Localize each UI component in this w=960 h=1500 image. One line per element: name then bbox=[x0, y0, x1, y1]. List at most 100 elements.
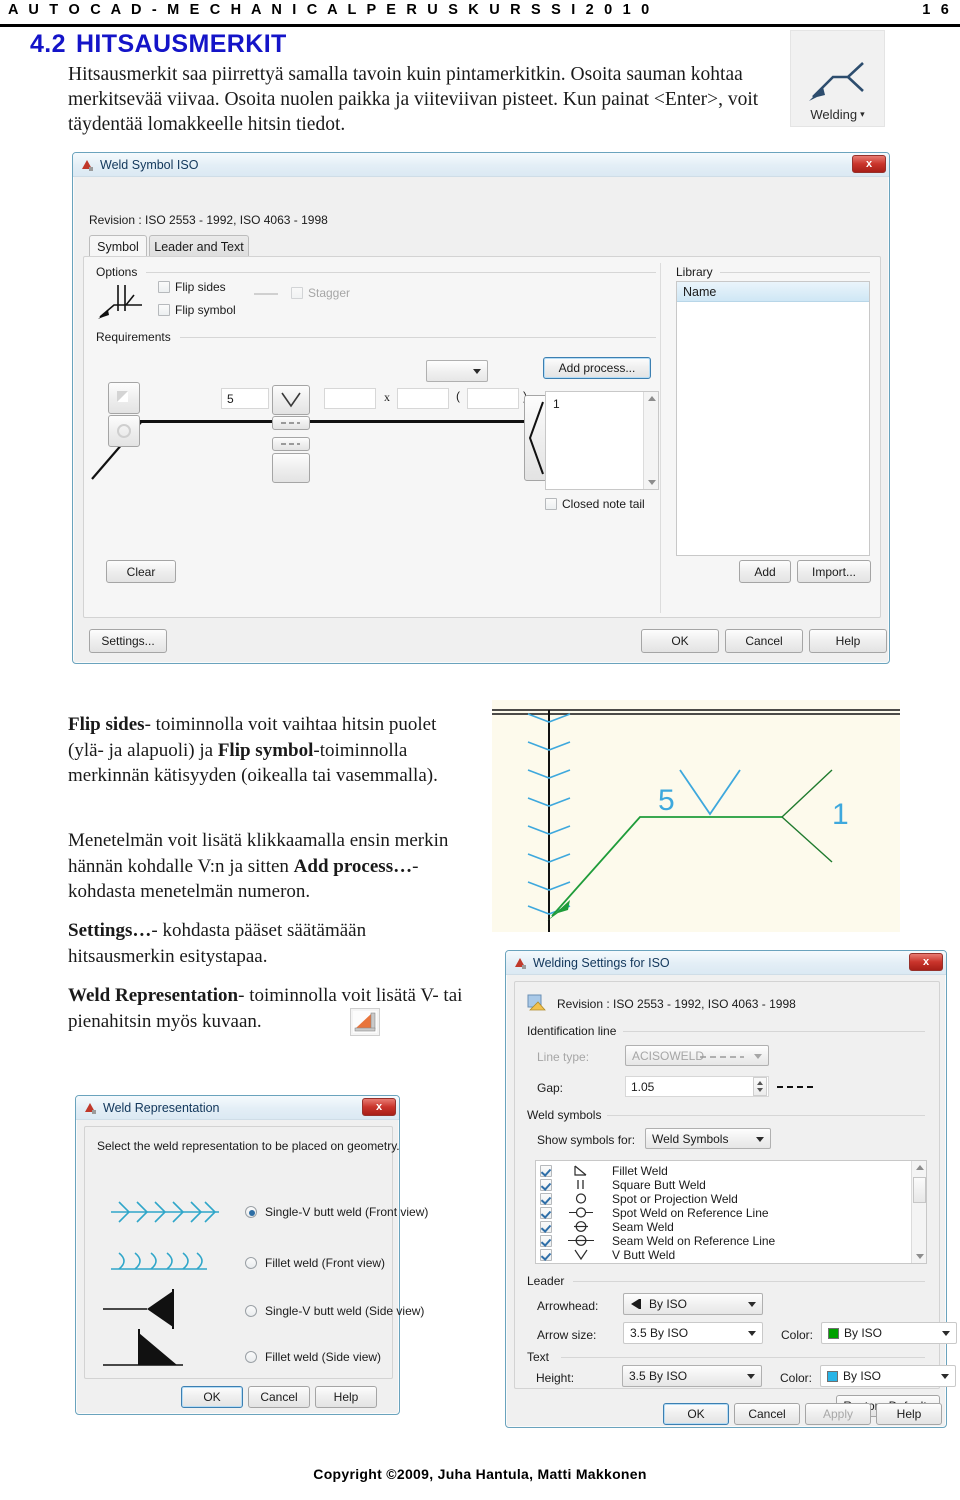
scroll-up-icon[interactable] bbox=[916, 1165, 924, 1170]
spot-weld-checkbox[interactable] bbox=[540, 1193, 552, 1205]
welding-settings-help-label: Help bbox=[896, 1407, 922, 1421]
library-listbox[interactable]: Name bbox=[676, 281, 870, 556]
weld-symbols-scrollbar[interactable] bbox=[911, 1161, 926, 1263]
weld-symbol-button-below[interactable] bbox=[272, 453, 310, 483]
show-symbols-combo[interactable]: Weld Symbols bbox=[645, 1128, 771, 1149]
header-page-number: 1 6 bbox=[922, 2, 952, 18]
add-button[interactable]: Add bbox=[739, 560, 791, 583]
settings-button[interactable]: Settings... bbox=[89, 629, 167, 653]
text-color-combo[interactable]: By ISO bbox=[820, 1365, 956, 1387]
welding-settings-help-button[interactable]: Help bbox=[876, 1403, 942, 1425]
library-column-header[interactable]: Name bbox=[677, 282, 869, 302]
multiplier-label: x bbox=[384, 390, 390, 404]
process-listbox-scrollbar[interactable] bbox=[643, 392, 658, 489]
stepper-up-icon[interactable] bbox=[757, 1081, 763, 1085]
close-icon[interactable]: x bbox=[362, 1098, 396, 1116]
add-process-button[interactable]: Add process... bbox=[543, 357, 651, 379]
weld-symbol-dialog-titlebar[interactable]: Weld Symbol ISO x bbox=[73, 153, 889, 177]
clear-button[interactable]: Clear bbox=[106, 560, 176, 583]
option-fillet-side-radio[interactable] bbox=[245, 1351, 257, 1363]
chevron-down-icon[interactable] bbox=[942, 1331, 950, 1336]
spot-weld-ref-line-checkbox[interactable] bbox=[540, 1207, 552, 1219]
weld-representation-term: Weld Representation bbox=[68, 985, 239, 1006]
weld-size-input[interactable]: 5 bbox=[221, 388, 269, 409]
weld-representation-cancel-button[interactable]: Cancel bbox=[248, 1386, 310, 1408]
weld-pitch-input[interactable] bbox=[397, 388, 449, 409]
scroll-thumb[interactable] bbox=[913, 1177, 926, 1203]
option-fillet-front-label: Fillet weld (Front view) bbox=[265, 1256, 386, 1270]
chevron-down-icon[interactable] bbox=[473, 369, 481, 374]
welding-settings-titlebar[interactable]: Welding Settings for ISO x bbox=[506, 951, 946, 975]
flip-symbol-checkbox[interactable] bbox=[158, 304, 170, 316]
close-icon[interactable]: x bbox=[852, 155, 886, 173]
scroll-down-icon[interactable] bbox=[648, 480, 656, 485]
weld-representation-titlebar[interactable]: Weld Representation x bbox=[76, 1096, 399, 1120]
flip-sides-checkbox[interactable] bbox=[158, 281, 170, 293]
weld-supplement-button-above[interactable] bbox=[272, 416, 310, 430]
weld-contour-button-bottom[interactable] bbox=[108, 415, 140, 447]
welding-settings-cancel-button[interactable]: Cancel bbox=[734, 1403, 800, 1425]
arrow-color-combo[interactable]: By ISO bbox=[821, 1322, 957, 1344]
arrowhead-combo[interactable]: By ISO bbox=[623, 1293, 763, 1315]
gap-input[interactable]: 1.05 bbox=[625, 1076, 769, 1097]
chevron-down-icon[interactable] bbox=[748, 1331, 756, 1336]
weld-representation-icon[interactable] bbox=[350, 1008, 380, 1036]
welding-settings-ok-button[interactable]: OK bbox=[663, 1403, 729, 1425]
leader-group-label: Leader bbox=[527, 1274, 565, 1288]
weld-representation-help-button[interactable]: Help bbox=[315, 1386, 377, 1408]
option-single-v-front-radio[interactable] bbox=[245, 1206, 257, 1218]
chevron-down-icon[interactable] bbox=[941, 1374, 949, 1379]
option-fillet-front-radio[interactable] bbox=[245, 1257, 257, 1269]
single-v-butt-weld-side-icon bbox=[103, 1289, 174, 1329]
stepper-down-icon[interactable] bbox=[757, 1088, 763, 1092]
weld-symbol-cancel-label: Cancel bbox=[745, 634, 783, 648]
scroll-down-icon[interactable] bbox=[916, 1254, 924, 1259]
process-number-item[interactable]: 1 bbox=[553, 397, 560, 411]
arrow-size-combo[interactable]: 3.5 By ISO bbox=[623, 1322, 763, 1344]
weld-representation-ok-button[interactable]: OK bbox=[181, 1386, 243, 1408]
welding-settings-dialog[interactable]: Welding Settings for ISO x Revision : IS… bbox=[505, 950, 957, 1428]
weld-length-input[interactable] bbox=[324, 388, 376, 409]
tab-leader-and-text[interactable]: Leader and Text bbox=[149, 235, 249, 257]
fillet-weld-checkbox[interactable] bbox=[540, 1165, 552, 1177]
square-butt-weld-checkbox[interactable] bbox=[540, 1179, 552, 1191]
import-button[interactable]: Import... bbox=[797, 560, 871, 583]
gap-stepper[interactable] bbox=[753, 1077, 767, 1096]
reference-line bbox=[134, 420, 586, 423]
spot-weld-icon bbox=[575, 1193, 587, 1204]
chevron-down-icon[interactable]: ▾ bbox=[860, 109, 865, 120]
weld-symbol-ok-button[interactable]: OK bbox=[641, 629, 719, 653]
weld-representation-ok-label: OK bbox=[203, 1390, 221, 1404]
weld-symbol-dialog[interactable]: Weld Symbol ISO x Revision : ISO 2553 - … bbox=[72, 152, 890, 664]
weld-supplement-button-below[interactable] bbox=[272, 437, 310, 451]
weld-symbols-listbox[interactable]: Fillet Weld Square Butt Weld Spot or Pro… bbox=[535, 1160, 927, 1264]
chevron-down-icon[interactable] bbox=[747, 1374, 755, 1379]
weld-identification-combo[interactable] bbox=[426, 360, 488, 382]
v-butt-weld-checkbox[interactable] bbox=[540, 1249, 552, 1261]
scroll-up-icon[interactable] bbox=[648, 396, 656, 401]
chevron-down-icon[interactable] bbox=[748, 1302, 756, 1307]
weld-representation-panel: Select the weld representation to be pla… bbox=[84, 1126, 428, 1379]
weld-symbol-button-above[interactable] bbox=[272, 385, 310, 415]
close-icon[interactable]: x bbox=[909, 953, 943, 971]
process-listbox[interactable]: 1 bbox=[545, 391, 659, 490]
option-single-v-side-radio[interactable] bbox=[245, 1305, 257, 1317]
arrowhead-preview-icon bbox=[631, 1299, 641, 1309]
seam-weld-ref-line-checkbox[interactable] bbox=[540, 1235, 552, 1247]
add-process-label: Add process... bbox=[558, 361, 636, 375]
weld-gap-input[interactable] bbox=[467, 388, 519, 409]
chevron-down-icon[interactable] bbox=[756, 1136, 764, 1142]
weld-contour-button-top[interactable] bbox=[108, 382, 140, 414]
arrow-color-swatch bbox=[828, 1328, 839, 1339]
seam-weld-checkbox[interactable] bbox=[540, 1221, 552, 1233]
weld-symbol-cancel-button[interactable]: Cancel bbox=[725, 629, 803, 653]
autocad-app-icon bbox=[83, 1101, 97, 1115]
weld-symbol-help-button[interactable]: Help bbox=[809, 629, 887, 653]
closed-note-tail-checkbox[interactable] bbox=[545, 498, 557, 510]
weld-representation-dialog[interactable]: Weld Representation x Select the weld re… bbox=[75, 1095, 428, 1415]
text-height-combo[interactable]: 3.5 By ISO bbox=[622, 1365, 762, 1387]
gap-label: Gap: bbox=[537, 1081, 564, 1095]
fillet-weld-icon bbox=[574, 1165, 587, 1176]
tab-symbol[interactable]: Symbol bbox=[89, 235, 147, 257]
welding-toolbar-button[interactable]: Welding ▾ bbox=[790, 30, 885, 127]
